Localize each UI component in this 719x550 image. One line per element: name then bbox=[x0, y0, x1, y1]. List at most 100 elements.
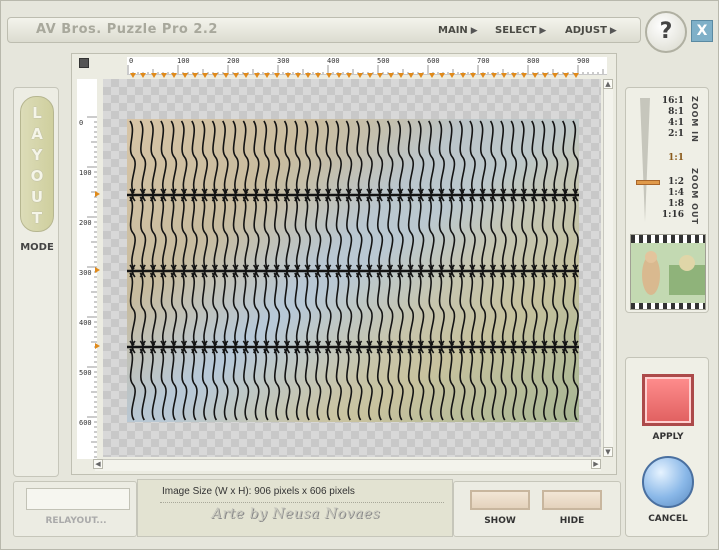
hide-button[interactable] bbox=[542, 490, 602, 510]
info-panel: Image Size (W x H): 906 pixels x 606 pix… bbox=[137, 479, 453, 537]
ruler-left-label: 100 bbox=[79, 169, 92, 177]
guide-marker-top[interactable] bbox=[191, 73, 198, 78]
zoom-slider-track[interactable] bbox=[640, 98, 650, 222]
ruler-top-label: 200 bbox=[227, 57, 240, 65]
guide-marker-top[interactable] bbox=[243, 73, 250, 78]
show-button[interactable] bbox=[470, 490, 530, 510]
scroll-left-button[interactable]: ◀ bbox=[93, 459, 103, 469]
scroll-down-button[interactable]: ▼ bbox=[603, 447, 613, 457]
zoom-level-1-8[interactable]: 1:8 bbox=[654, 199, 684, 209]
relayout-button[interactable] bbox=[26, 488, 130, 510]
guide-marker-top[interactable] bbox=[408, 73, 415, 78]
ruler-left[interactable]: 0 100 200 300 400 500 600 bbox=[77, 79, 97, 459]
guide-marker-top[interactable] bbox=[181, 73, 188, 78]
image-size-text: Image Size (W x H): 906 pixels x 606 pix… bbox=[162, 486, 355, 497]
ruler-left-label: 200 bbox=[79, 219, 92, 227]
guide-marker-top[interactable] bbox=[150, 73, 157, 78]
guide-marker-top[interactable] bbox=[469, 73, 476, 78]
guide-marker-top[interactable] bbox=[511, 73, 518, 78]
ruler-top-label: 800 bbox=[527, 57, 540, 65]
guide-marker-top[interactable] bbox=[531, 73, 538, 78]
guide-marker-top[interactable] bbox=[552, 73, 559, 78]
layout-letter: A bbox=[31, 125, 43, 143]
horizontal-scrollbar[interactable]: ◀ ▶ bbox=[93, 459, 601, 471]
guide-marker-top[interactable] bbox=[521, 73, 528, 78]
scroll-right-button[interactable]: ▶ bbox=[591, 459, 601, 469]
guide-marker-top[interactable] bbox=[346, 73, 353, 78]
guide-marker-top[interactable] bbox=[336, 73, 342, 78]
guide-marker-top[interactable] bbox=[572, 73, 579, 78]
zoom-level-4-1[interactable]: 4:1 bbox=[654, 118, 684, 128]
ruler-left-label: 0 bbox=[79, 119, 84, 127]
info-divider bbox=[160, 502, 444, 503]
thumbnail-art bbox=[631, 243, 705, 303]
guide-marker-top[interactable] bbox=[356, 73, 363, 78]
menu-select-label: SELECT bbox=[495, 25, 537, 36]
guide-marker-top[interactable] bbox=[397, 73, 404, 78]
ruler-top-label: 300 bbox=[277, 57, 290, 65]
guide-marker-top[interactable] bbox=[171, 73, 178, 78]
artist-credit: Arte by Neusa Novaes bbox=[211, 506, 381, 522]
zoom-level-2-1[interactable]: 2:1 bbox=[654, 129, 684, 139]
guide-marker-top[interactable] bbox=[253, 73, 260, 78]
layout-letter: Y bbox=[31, 146, 43, 164]
guide-marker-top[interactable] bbox=[459, 73, 466, 78]
ruler-top-label: 0 bbox=[129, 57, 134, 65]
guide-marker-top[interactable] bbox=[418, 73, 425, 78]
ruler-corner-button[interactable] bbox=[79, 58, 89, 68]
guide-marker-top[interactable] bbox=[222, 73, 229, 78]
hide-label: HIDE bbox=[559, 516, 585, 526]
guide-marker-top[interactable] bbox=[387, 73, 394, 78]
guide-marker-top[interactable] bbox=[315, 73, 322, 78]
guide-marker-left[interactable] bbox=[95, 267, 100, 273]
guide-marker-top[interactable] bbox=[263, 73, 270, 78]
guide-marker-top[interactable] bbox=[562, 73, 569, 78]
menu-main-label: MAIN bbox=[438, 25, 468, 36]
menu-main[interactable]: MAIN ▶ bbox=[438, 25, 478, 36]
zoom-level-1-16[interactable]: 1:16 bbox=[654, 210, 684, 220]
vertical-scrollbar[interactable]: ▲ ▼ bbox=[603, 79, 613, 457]
relayout-label: RELAYOUT... bbox=[45, 516, 107, 526]
ruler-left-label: 500 bbox=[79, 369, 92, 377]
zoom-level-1-4[interactable]: 1:4 bbox=[654, 188, 684, 198]
zoom-level-16-1[interactable]: 16:1 bbox=[654, 96, 684, 106]
guide-marker-top[interactable] bbox=[500, 73, 507, 78]
guide-marker-top[interactable] bbox=[439, 73, 445, 78]
puzzle-preview-image[interactable] bbox=[127, 119, 579, 422]
zoom-level-1-2[interactable]: 1:2 bbox=[654, 177, 684, 187]
guide-marker-top[interactable] bbox=[428, 73, 435, 78]
guide-marker-top[interactable] bbox=[305, 73, 312, 78]
guide-marker-top[interactable] bbox=[160, 73, 167, 78]
cancel-button[interactable] bbox=[642, 456, 694, 508]
guide-marker-top[interactable] bbox=[212, 73, 219, 78]
ruler-left-label: 300 bbox=[79, 269, 92, 277]
guide-marker-top[interactable] bbox=[366, 73, 373, 78]
guide-marker-top[interactable] bbox=[294, 73, 301, 78]
guide-marker-top[interactable] bbox=[542, 73, 548, 78]
guide-marker-top[interactable] bbox=[130, 73, 136, 78]
guide-marker-top[interactable] bbox=[284, 73, 291, 78]
navigator-thumbnail[interactable] bbox=[630, 234, 706, 310]
help-button[interactable]: ? bbox=[645, 11, 687, 53]
guide-marker-top[interactable] bbox=[274, 73, 281, 78]
apply-button[interactable] bbox=[642, 374, 694, 426]
guide-marker-top[interactable] bbox=[480, 73, 487, 78]
zoom-level-8-1[interactable]: 8:1 bbox=[654, 107, 684, 117]
menu-adjust[interactable]: ADJUST ▶ bbox=[565, 25, 617, 36]
guide-marker-top[interactable] bbox=[233, 73, 239, 78]
close-button[interactable]: X bbox=[691, 20, 713, 42]
guide-marker-top[interactable] bbox=[490, 73, 497, 78]
triangle-right-icon: ▶ bbox=[539, 26, 547, 36]
guide-marker-left[interactable] bbox=[95, 191, 100, 197]
guide-marker-top[interactable] bbox=[140, 73, 147, 78]
layout-mode-button[interactable]: L A Y O U T bbox=[20, 96, 54, 232]
ruler-left-label: 600 bbox=[79, 419, 92, 427]
guide-marker-left[interactable] bbox=[95, 343, 100, 349]
guide-marker-top[interactable] bbox=[377, 73, 384, 78]
menu-select[interactable]: SELECT ▶ bbox=[495, 25, 546, 36]
guide-marker-top[interactable] bbox=[325, 73, 332, 78]
scroll-up-button[interactable]: ▲ bbox=[603, 79, 613, 89]
zoom-level-current[interactable]: 1:1 bbox=[654, 153, 684, 163]
guide-marker-top[interactable] bbox=[202, 73, 209, 78]
guide-marker-top[interactable] bbox=[449, 73, 456, 78]
